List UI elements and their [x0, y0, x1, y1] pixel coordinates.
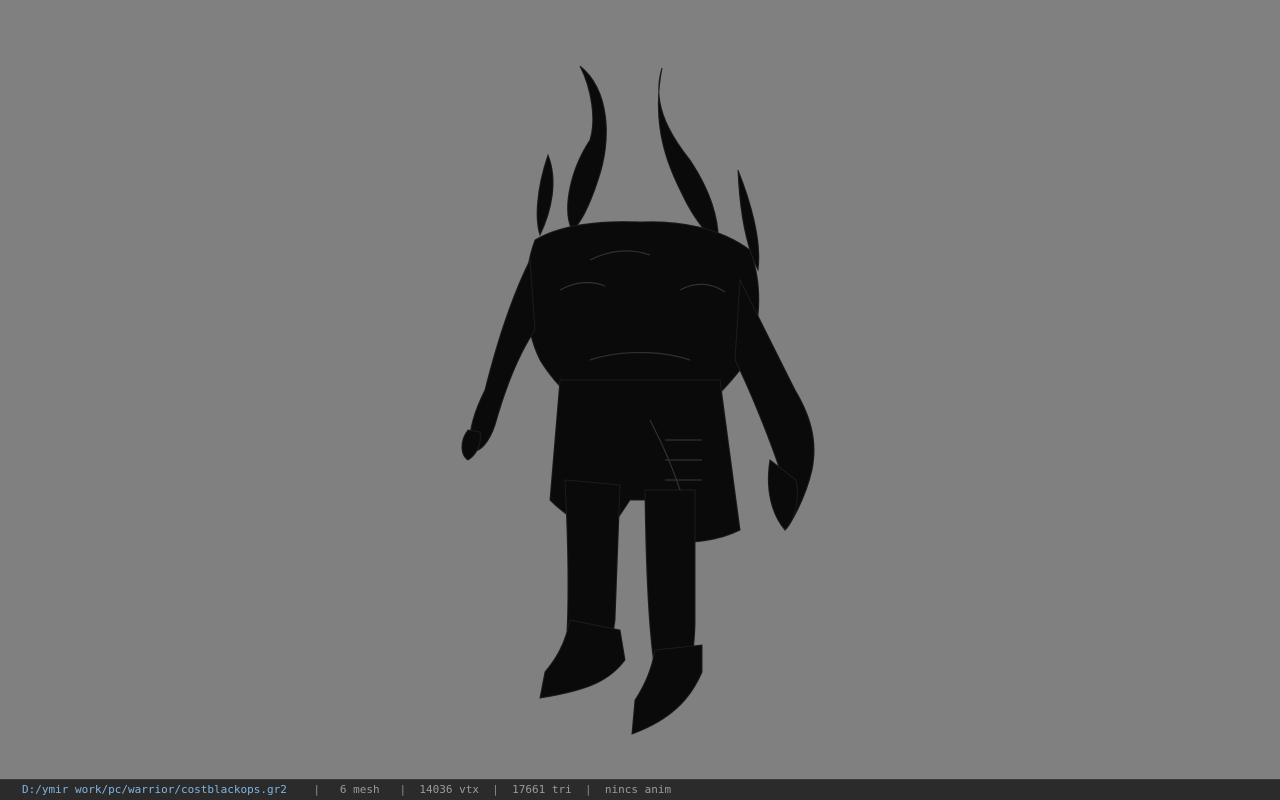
status-bar: D:/ymir work/pc/warrior/costblackops.gr2…	[0, 779, 1280, 800]
separator: |	[313, 783, 321, 796]
separator: |	[492, 783, 499, 796]
mesh-count: 6 mesh	[339, 783, 380, 796]
vertex-count: 14036 vtx	[419, 783, 480, 796]
animation-status: nincs anim	[604, 783, 672, 796]
separator: |	[399, 783, 407, 796]
armor-model-render	[461, 65, 815, 735]
file-path: D:/ymir work/pc/warrior/costblackops.gr2	[22, 783, 287, 796]
separator: |	[585, 783, 592, 796]
triangle-count: 17661 tri	[512, 783, 572, 796]
3d-viewport[interactable]	[0, 0, 1280, 779]
